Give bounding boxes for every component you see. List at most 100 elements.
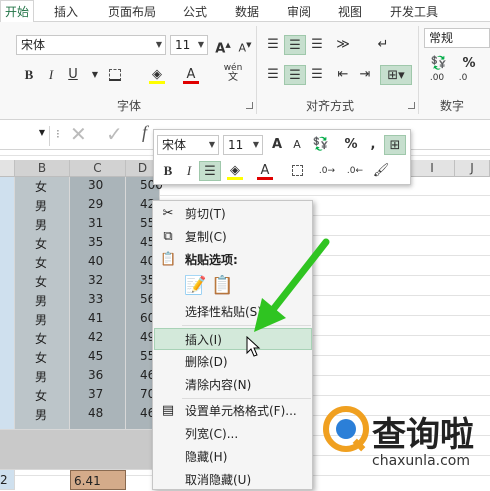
column-header-i[interactable]: I [410,160,455,177]
orientation-button[interactable]: ≫ [332,35,354,55]
format-painter-icon: 🖌 [372,163,390,178]
shrink-font-button[interactable]: A▼ [234,35,256,55]
increase-decimal-button[interactable]: .00 [426,74,448,94]
check-icon[interactable]: ✓ [106,122,123,146]
tab-page-layout[interactable]: 页面布局 [108,3,156,20]
menu-item-clear-contents[interactable]: 清除内容(N) [154,374,312,396]
tab-data[interactable]: 数据 [235,3,259,20]
font-color-icon: A [260,163,270,178]
grow-font-icon: A [271,137,283,152]
increase-indent-button[interactable]: ⇥ [354,65,376,85]
row-header-corner [0,160,15,177]
column-header-j[interactable]: J [455,160,490,177]
mini-italic-button[interactable]: I [178,161,200,181]
tab-review[interactable]: 审阅 [287,3,311,20]
mini-bold-button[interactable]: B [157,161,179,181]
cell-age: 32 [88,273,104,287]
align-left-button[interactable]: ☰ [262,65,284,85]
align-right-button[interactable]: ☰ [306,65,328,85]
wrap-text-icon: ↵ [377,37,389,52]
menu-item-format-cells[interactable]: ▤ 设置单元格格式(F)... [154,400,312,422]
cell-age: 33 [88,292,104,306]
tab-insert[interactable]: 插入 [54,3,78,20]
font-color-button[interactable]: A [180,65,202,85]
paste-clipboard-icon[interactable]: 📋 [211,275,233,297]
align-bottom-button[interactable]: ☰ [306,35,328,55]
mini-border-button[interactable] [286,161,308,181]
italic-button[interactable]: I [40,65,62,85]
menu-item-column-width[interactable]: 列宽(C)... [154,423,312,445]
tab-developer[interactable]: 开发工具 [390,3,438,20]
mini-format-painter-button[interactable]: 🖌 [370,161,392,181]
font-name-select[interactable]: 宋体 ▼ [16,35,166,55]
font-size-select[interactable]: 11 ▼ [170,35,208,55]
cell-gender: 女 [35,389,48,403]
underline-dropdown[interactable]: ▼ [84,65,106,85]
align-middle-button[interactable]: ☰ [284,35,306,55]
wrap-text-button[interactable]: ↵ [372,35,394,55]
underline-button[interactable]: U [62,65,84,85]
alignment-dialog-launcher[interactable] [408,102,415,109]
mini-grow-font-button[interactable]: A [266,135,288,155]
mini-font-name-value: 宋体 [162,138,187,152]
group-divider [256,26,257,114]
name-box[interactable]: ▼ [0,126,50,146]
number-format-select[interactable]: 常规 [424,28,490,48]
menu-item-cut[interactable]: ✂ 剪切(T) [154,203,312,225]
copy-icon: ⧉ [163,229,173,244]
tab-formulas[interactable]: 公式 [183,3,207,20]
column-header-b[interactable]: B [15,160,70,177]
summary-cell[interactable]: 6.41 [70,470,126,490]
menu-item-hide[interactable]: 隐藏(H) [154,446,312,468]
bold-button[interactable]: B [18,65,40,85]
cell-age: 41 [88,311,104,325]
paint-bucket-icon: ◈ [152,67,162,82]
align-left-icon: ☰ [267,67,279,82]
mini-accounting-button[interactable]: 💱 [310,135,332,155]
mini-percent-button[interactable]: % [340,135,362,155]
mini-decrease-decimal-button[interactable]: .0← [344,161,366,181]
fill-color-button[interactable]: ◈ [146,65,168,85]
merge-center-button[interactable]: ⊞▾ [380,65,412,85]
mini-merge-button[interactable]: ⊞ [384,135,406,155]
column-header-c[interactable]: C [70,160,126,177]
formula-bar-dots: ⁝ [56,127,60,141]
mini-font-size-value: 11 [228,138,244,152]
cell-gender: 女 [35,275,48,289]
menu-item-delete[interactable]: 删除(D) [154,351,312,373]
menu-item-unhide[interactable]: 取消隐藏(U) [154,469,312,491]
paste-keep-formatting-icon[interactable]: 📝 [184,275,206,297]
mini-increase-decimal-button[interactable]: .0→ [316,161,338,181]
function-icon[interactable]: f [142,122,147,143]
row-header-cell: 2 [0,470,15,490]
cell-gender: 男 [35,408,48,422]
decrease-decimal-button[interactable]: .0 [452,74,474,94]
tab-home[interactable]: 开始 [0,0,34,22]
border-icon [291,165,303,176]
mini-center-button[interactable]: ☰ [199,161,221,181]
row-header-strip [0,177,15,430]
tab-view[interactable]: 视图 [338,3,362,20]
mini-font-name-select[interactable]: 宋体 ▼ [157,135,219,155]
percent-style-button[interactable]: % [458,54,480,74]
mini-font-size-select[interactable]: 11 ▼ [223,135,263,155]
arrow-shaft [264,238,330,320]
accounting-format-button[interactable]: 💱 [426,54,452,74]
border-button[interactable] [104,65,126,85]
decrease-indent-icon: ⇤ [337,67,349,82]
mini-font-color-button[interactable]: A [254,161,276,181]
align-top-button[interactable]: ☰ [262,35,284,55]
mini-fill-color-button[interactable]: ◈ [224,161,246,181]
font-dialog-launcher[interactable] [246,102,253,109]
decrease-indent-button[interactable]: ⇤ [332,65,354,85]
cell-gender: 女 [35,351,48,365]
data-table: 女 30 500 男 29 42 男 31 55 女 35 45 女 40 40 女 32 35 男 33… [0,177,163,490]
ribbon: 宋体 ▼ 11 ▼ A▲ A▼ B I U ▼ ◈ A wén 文 字体 ☰ ☰ ☰ … [0,22,490,120]
phonetic-button[interactable]: wén 文 [220,63,246,83]
align-center-button[interactable]: ☰ [284,65,306,85]
mini-comma-button[interactable]: , [362,135,384,155]
mini-shrink-font-button[interactable]: A [286,135,308,155]
cell-gender: 女 [35,332,48,346]
cancel-icon[interactable]: ✕ [70,122,87,146]
grow-font-button[interactable]: A▲ [212,35,234,56]
